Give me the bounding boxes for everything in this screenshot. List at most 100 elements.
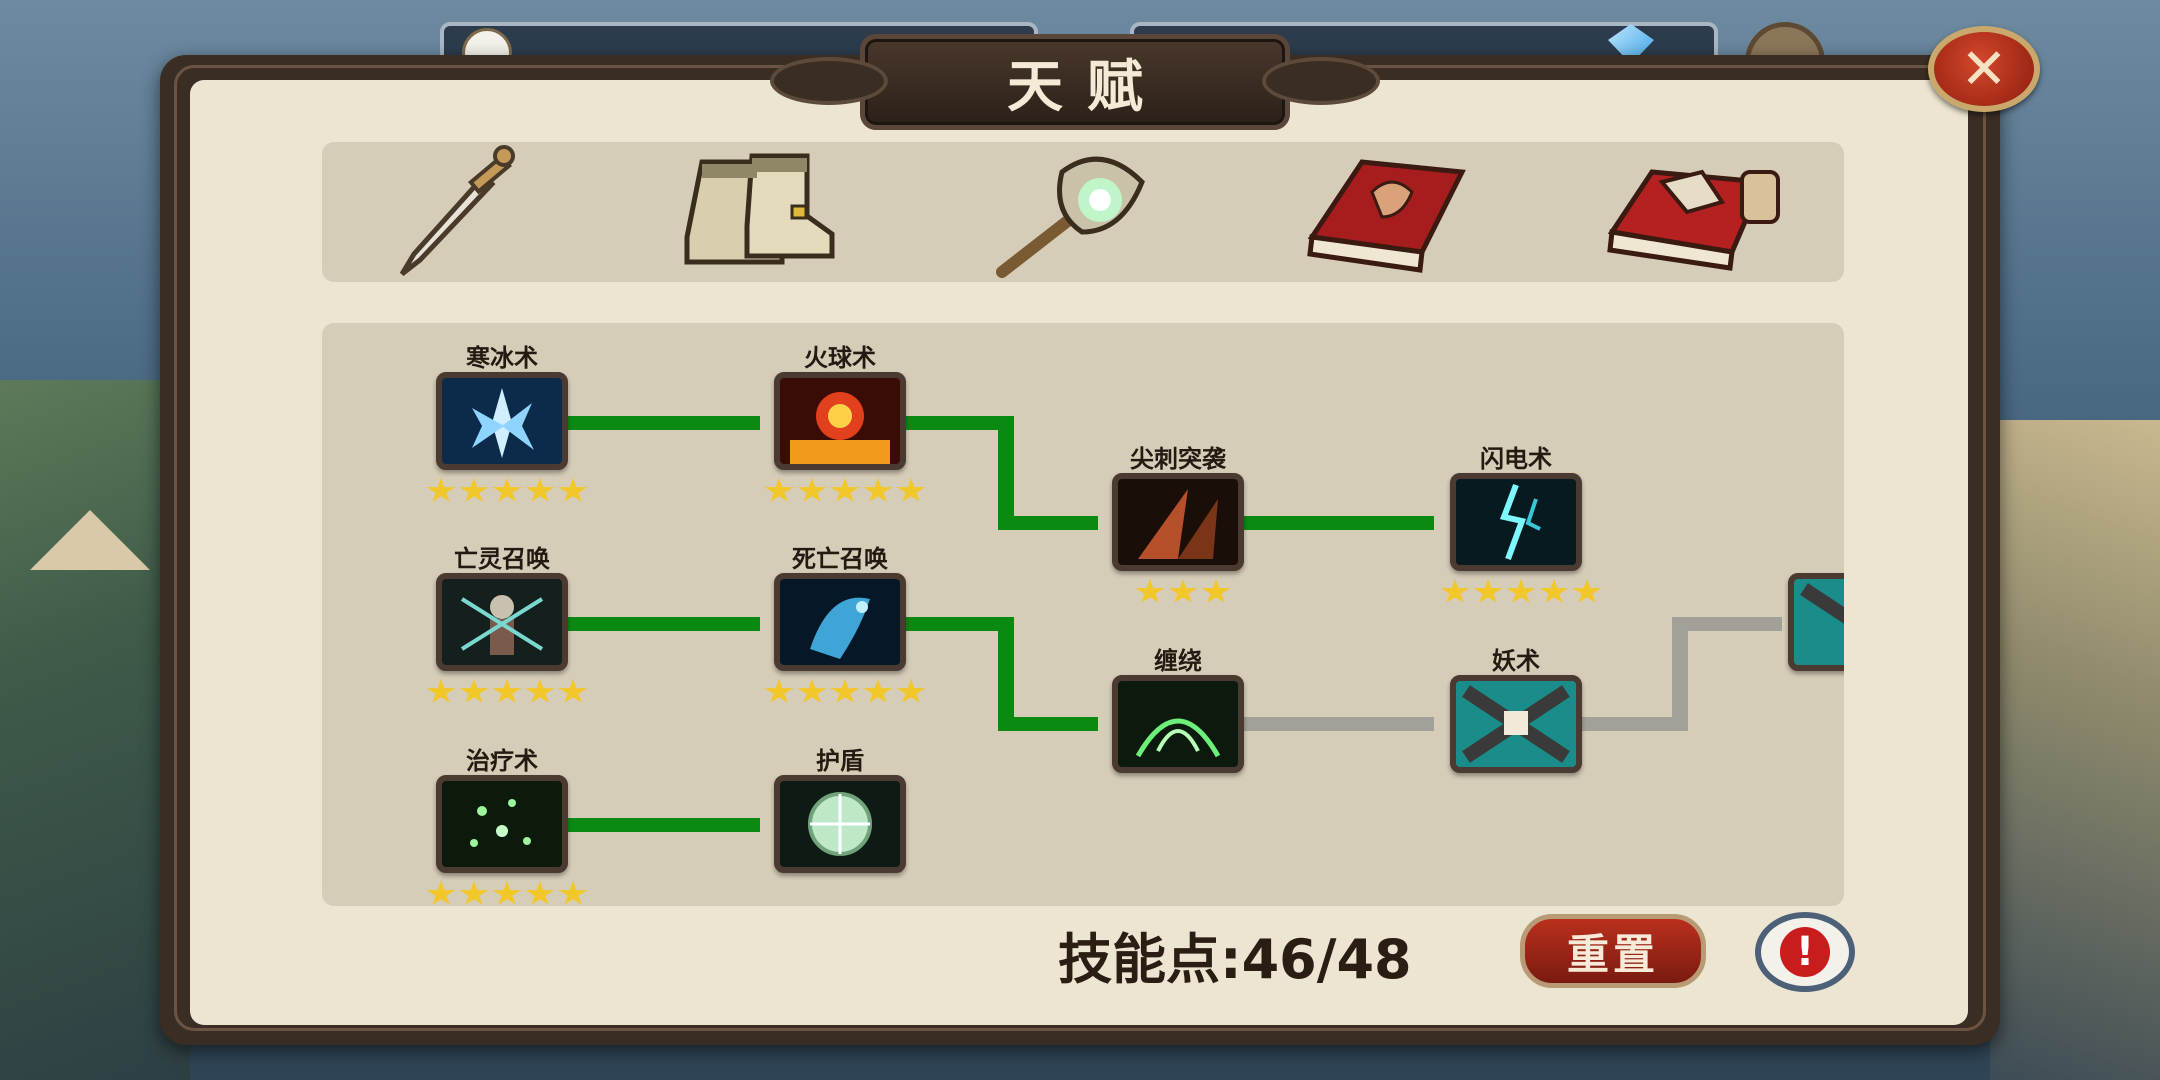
star-icon [1135, 579, 1165, 603]
link-death-segment-2 [998, 617, 1014, 731]
link-fireball-segment-1 [896, 416, 1006, 430]
star-icon [863, 679, 893, 703]
link-hex-segment-3 [1672, 617, 1782, 631]
dialog-title: 天赋 [1007, 54, 1167, 120]
talent-tree-panel: 寒冰术 火球术 尖刺突袭 闪电术 亡灵召唤 死亡召唤 缠绕 妖术 治疗术 护盾 [322, 323, 1844, 906]
star-icon [1440, 579, 1470, 603]
star-icon [492, 679, 522, 703]
star-icon [1539, 579, 1569, 603]
talent-category-row [322, 142, 1844, 282]
talent-label: 死亡召唤 [792, 545, 888, 573]
category-magic-staff[interactable] [972, 142, 1172, 282]
category-strength-book[interactable] [1282, 142, 1482, 282]
star-icon [492, 478, 522, 502]
star-icon [797, 478, 827, 502]
star-icon [830, 478, 860, 502]
heal-icon[interactable] [436, 775, 568, 873]
star-icon [426, 881, 456, 905]
link-heal-shield [560, 818, 760, 832]
star-icon [1506, 579, 1536, 603]
shield-icon[interactable] [774, 775, 906, 873]
title-ornament-left [770, 57, 888, 105]
talent-label: 死 [1768, 539, 1844, 574]
star-rating [760, 679, 930, 709]
hex-chain-icon[interactable] [1450, 675, 1582, 773]
death-summon-icon[interactable] [774, 573, 906, 671]
ice-crystal-icon[interactable] [436, 372, 568, 470]
star-icon [426, 478, 456, 502]
talent-label: 妖术 [1492, 647, 1540, 675]
star-icon [525, 881, 555, 905]
star-icon [558, 679, 588, 703]
fireball-icon[interactable] [774, 372, 906, 470]
star-rating [422, 881, 592, 906]
star-icon [863, 478, 893, 502]
star-icon [764, 679, 794, 703]
star-rating [1098, 579, 1268, 609]
star-icon [830, 679, 860, 703]
title-ornament-right [1262, 57, 1380, 105]
star-icon [764, 478, 794, 502]
star-icon [459, 881, 489, 905]
star-icon [426, 679, 456, 703]
talent-label: 尖刺突袭 [1130, 445, 1226, 473]
close-x-icon: ✕ [1960, 36, 2008, 102]
link-fireball-segment-3 [998, 516, 1098, 530]
star-icon [797, 679, 827, 703]
star-rating [760, 478, 930, 508]
spike-strike-icon[interactable] [1112, 473, 1244, 571]
magic-staff-icon [996, 156, 1145, 278]
info-button[interactable]: ! [1755, 912, 1855, 992]
link-entangle-hex [1234, 717, 1434, 731]
star-icon [558, 478, 588, 502]
link-death-segment-3 [998, 717, 1098, 731]
entangle-icon[interactable] [1112, 675, 1244, 773]
star-icon [1572, 579, 1602, 603]
background-hills-right [1990, 420, 2160, 1080]
link-fireball-segment-2 [998, 416, 1014, 530]
skill-points-counter: 技能点:46/48 [1058, 928, 1412, 991]
talent-label: 亡灵召唤 [454, 545, 550, 573]
star-icon [558, 881, 588, 905]
link-death-segment-1 [896, 617, 1006, 631]
star-icon [896, 478, 926, 502]
category-spell-book[interactable] [1592, 142, 1792, 282]
star-icon [459, 478, 489, 502]
star-icon [492, 881, 522, 905]
close-button[interactable]: ✕ [1928, 26, 2040, 112]
strength-book-icon [1307, 159, 1466, 273]
talent-label: 缠绕 [1154, 647, 1202, 675]
boots-icon [684, 153, 835, 265]
star-icon [896, 679, 926, 703]
star-rating [1436, 579, 1606, 609]
spell-book-icon [1607, 169, 1780, 271]
undead-summon-icon[interactable] [436, 573, 568, 671]
talent-label: 治疗术 [466, 747, 538, 775]
category-sword[interactable] [352, 142, 552, 282]
star-icon [459, 679, 489, 703]
exclamation-icon: ! [1780, 927, 1830, 977]
talent-label: 护盾 [816, 747, 864, 775]
background-tent [30, 510, 150, 570]
star-icon [1168, 579, 1198, 603]
link-hex-segment-2 [1672, 617, 1688, 731]
category-boots[interactable] [652, 142, 852, 282]
star-icon [1473, 579, 1503, 603]
link-hex-segment-1 [1570, 717, 1680, 731]
sword-icon [399, 145, 515, 276]
dialog-title-plate: 天赋 [770, 34, 1380, 130]
chain-icon[interactable] [1788, 573, 1844, 671]
talent-label: 寒冰术 [466, 344, 538, 372]
star-icon [525, 679, 555, 703]
star-icon [1201, 579, 1231, 603]
lightning-icon[interactable] [1450, 473, 1582, 571]
link-spike-lightning [1234, 516, 1434, 530]
talent-label: 火球术 [804, 344, 876, 372]
star-rating [422, 679, 592, 709]
link-undead-death [560, 617, 760, 631]
link-ice-fireball [560, 416, 760, 430]
star-icon [525, 478, 555, 502]
star-rating [422, 478, 592, 508]
talent-label: 闪电术 [1480, 445, 1552, 473]
reset-button[interactable]: 重置 [1520, 914, 1706, 988]
